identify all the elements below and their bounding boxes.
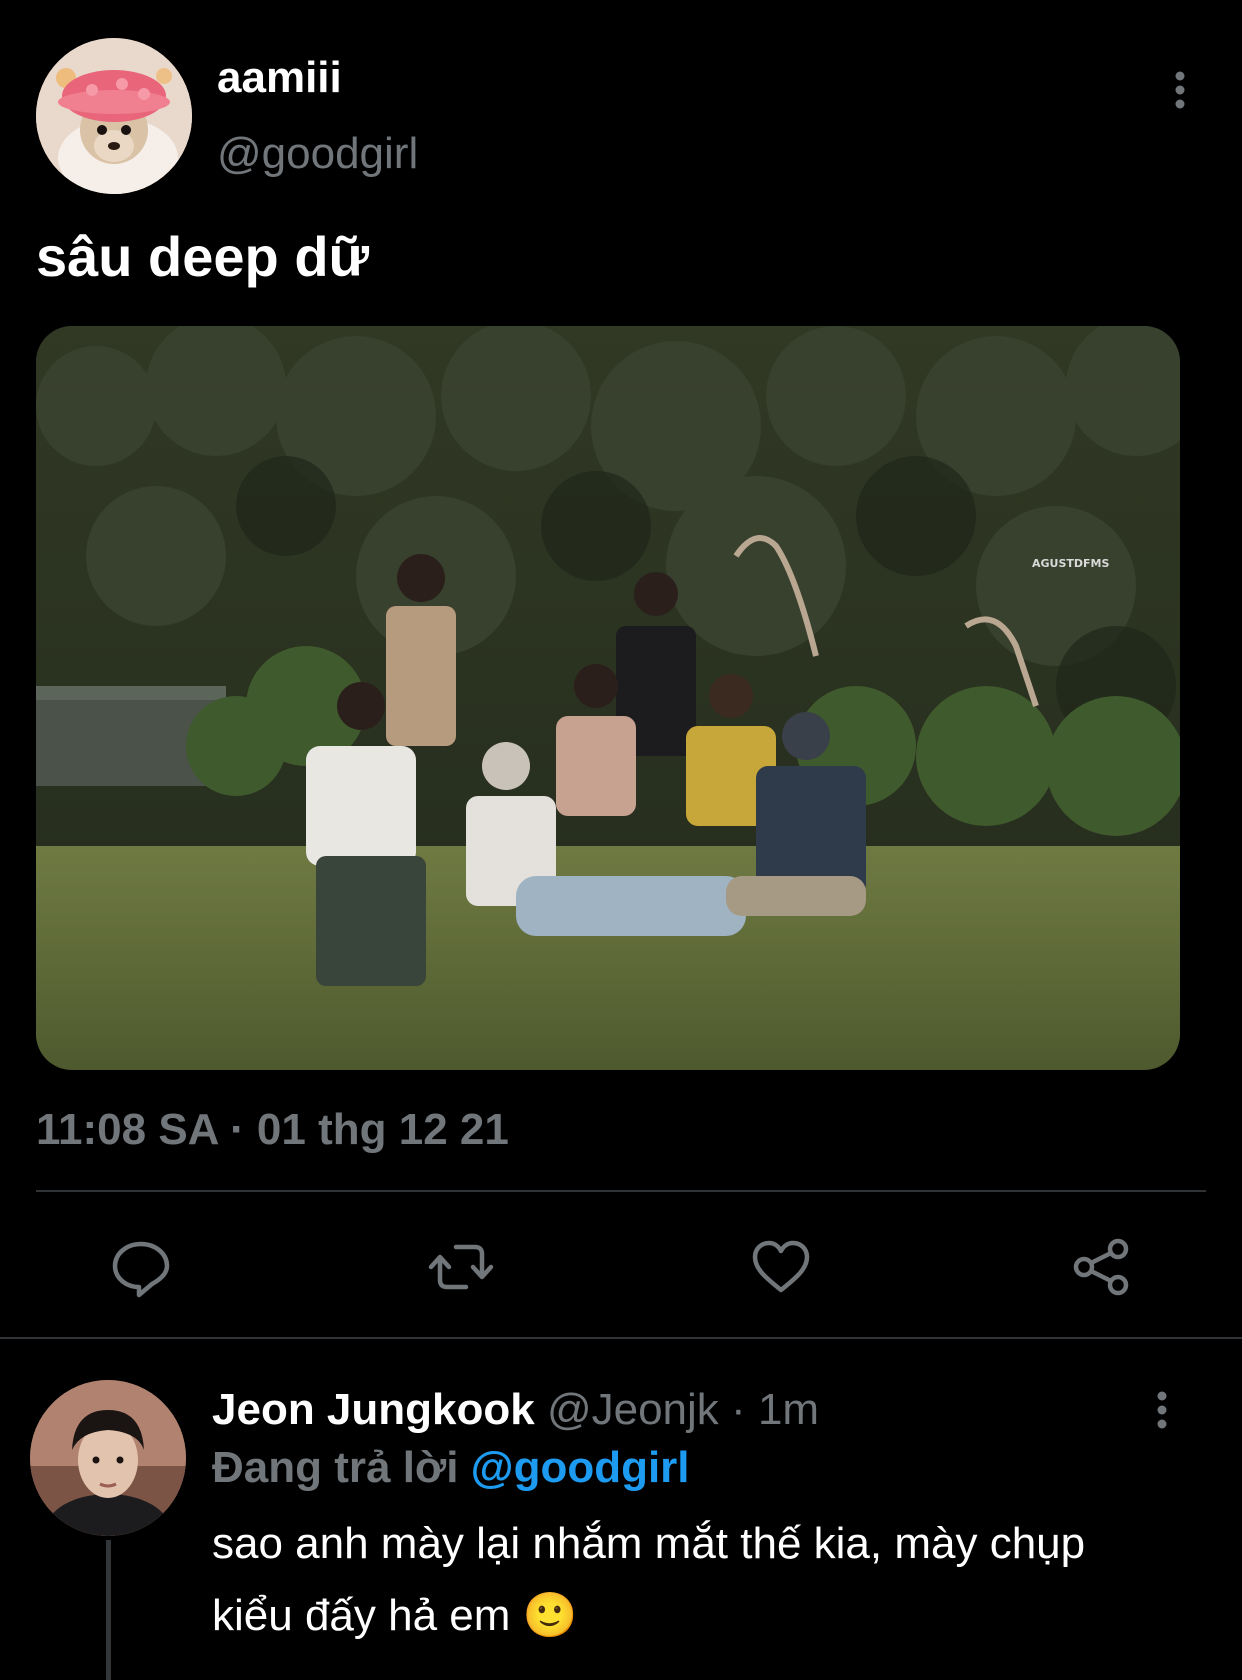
reply-header: Jeon Jungkook @Jeonjk · 1m — [212, 1380, 819, 1440]
media-watermark: AGUSTDFMS — [1032, 557, 1109, 570]
reply-avatar[interactable] — [30, 1380, 186, 1536]
section-divider — [0, 1337, 1242, 1339]
tweet-text: sâu deep dữ — [36, 225, 370, 288]
heart-icon — [752, 1240, 810, 1293]
comment-icon — [112, 1241, 170, 1298]
reply-handle[interactable]: @Jeonjk — [547, 1385, 719, 1434]
reply-display-name[interactable]: Jeon Jungkook — [212, 1385, 535, 1434]
chihuahua-avatar-image — [36, 38, 192, 194]
share-icon — [1073, 1238, 1129, 1296]
divider — [36, 1190, 1206, 1192]
reply-avatar-image — [30, 1380, 186, 1536]
user-avatar[interactable] — [36, 38, 192, 194]
user-handle[interactable]: @goodgirl — [217, 128, 418, 180]
reply-separator: · — [731, 1385, 746, 1434]
tweet-photo[interactable]: AGUSTDFMS — [36, 326, 1180, 1070]
reply-text: sao anh mày lại nhắm mắt thế kia, mày ch… — [212, 1519, 1086, 1640]
share-button[interactable] — [1066, 1232, 1136, 1302]
reply-button[interactable] — [106, 1232, 176, 1302]
display-name[interactable]: aamiii — [217, 52, 342, 104]
replying-to: Đang trả lời @goodgirl — [212, 1438, 690, 1498]
replying-handle-link[interactable]: @goodgirl — [471, 1443, 690, 1492]
thread-line — [106, 1540, 111, 1680]
more-vertical-icon[interactable] — [1166, 68, 1194, 112]
main-tweet: aamiii @goodgirl sâu deep dữ AGUSTDFMS 1… — [0, 0, 1242, 1335]
tweet-timestamp[interactable]: 11:08 SA · 01 thg 12 21 — [36, 1104, 509, 1156]
more-vertical-icon[interactable] — [1148, 1388, 1176, 1432]
retweet-button[interactable] — [426, 1232, 496, 1302]
retweet-icon — [428, 1244, 494, 1290]
replying-label: Đang trả lời — [212, 1443, 459, 1492]
reply-time[interactable]: 1m — [758, 1385, 819, 1434]
like-button[interactable] — [746, 1232, 816, 1302]
